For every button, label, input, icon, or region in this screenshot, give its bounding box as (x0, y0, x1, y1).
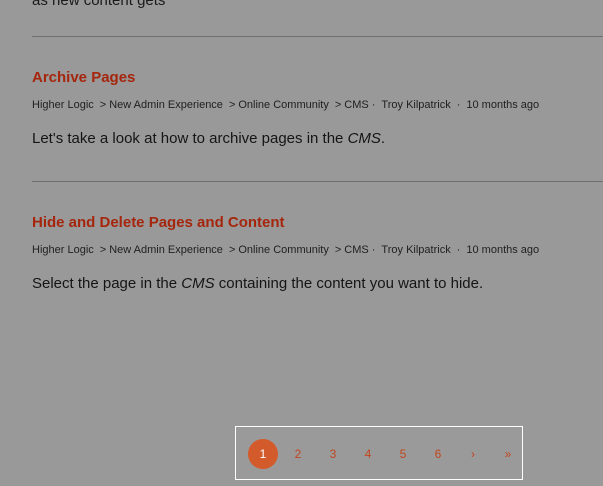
breadcrumb-separator: > (334, 99, 342, 111)
result-snippet: Select the page in the CMS containing th… (32, 275, 603, 293)
result-time: 10 months ago (466, 99, 540, 111)
breadcrumb-separator: > (99, 99, 107, 111)
meta-dot: · (456, 99, 461, 111)
snippet-highlight: CMS (347, 130, 381, 147)
result-divider (32, 181, 603, 182)
search-result-hide-delete: Hide and Delete Pages and Content Higher… (32, 214, 603, 293)
meta-dot: · (371, 99, 376, 111)
breadcrumb-cms[interactable]: CMS (344, 244, 368, 256)
breadcrumb-higher-logic[interactable]: Higher Logic (32, 244, 94, 256)
page-3-button[interactable]: 3 (318, 439, 348, 469)
breadcrumb-online-community[interactable]: Online Community (238, 99, 328, 111)
search-result-archive-pages: Archive Pages Higher Logic > New Admin Exp… (32, 69, 603, 148)
page-5-button[interactable]: 5 (388, 439, 418, 469)
breadcrumb-separator: > (228, 244, 236, 256)
breadcrumb-cms[interactable]: CMS (344, 99, 368, 111)
pagination: 1 2 3 4 5 6 › » (235, 426, 523, 480)
page-4-button[interactable]: 4 (353, 439, 383, 469)
result-title-link[interactable]: Hide and Delete Pages and Content (32, 214, 603, 232)
result-snippet: Let's take a look at how to archive page… (32, 130, 603, 148)
page-6-button[interactable]: 6 (423, 439, 453, 469)
breadcrumb-separator: > (334, 244, 342, 256)
result-meta: Higher Logic > New Admin Experience > Online… (32, 243, 603, 257)
meta-dot: · (456, 244, 461, 256)
snippet-highlight: CMS (181, 275, 215, 292)
breadcrumb-online-community[interactable]: Online Community (238, 244, 328, 256)
page-1-button[interactable]: 1 (248, 439, 278, 469)
result-meta: Higher Logic > New Admin Experience > Online… (32, 98, 603, 112)
snippet-text: . (380, 130, 386, 147)
snippet-text: Select the page in the (32, 275, 182, 292)
snippet-text: containing the content you want to hide. (214, 275, 484, 292)
previous-result-snippet: as new content gets (32, 0, 166, 9)
result-author[interactable]: Troy Kilpatrick (381, 244, 450, 256)
next-page-button[interactable]: › (458, 439, 488, 469)
last-page-button[interactable]: » (493, 439, 523, 469)
result-time: 10 months ago (466, 244, 540, 256)
result-title-link[interactable]: Archive Pages (32, 69, 603, 87)
breadcrumb-separator: > (99, 244, 107, 256)
breadcrumb-separator: > (228, 99, 236, 111)
result-divider (32, 36, 603, 37)
page-2-button[interactable]: 2 (283, 439, 313, 469)
result-author[interactable]: Troy Kilpatrick (381, 99, 450, 111)
breadcrumb-new-admin-experience[interactable]: New Admin Experience (109, 99, 223, 111)
snippet-text: Let's take a look at how to archive page… (32, 130, 348, 147)
meta-dot: · (371, 244, 376, 256)
breadcrumb-higher-logic[interactable]: Higher Logic (32, 99, 94, 111)
breadcrumb-new-admin-experience[interactable]: New Admin Experience (109, 244, 223, 256)
